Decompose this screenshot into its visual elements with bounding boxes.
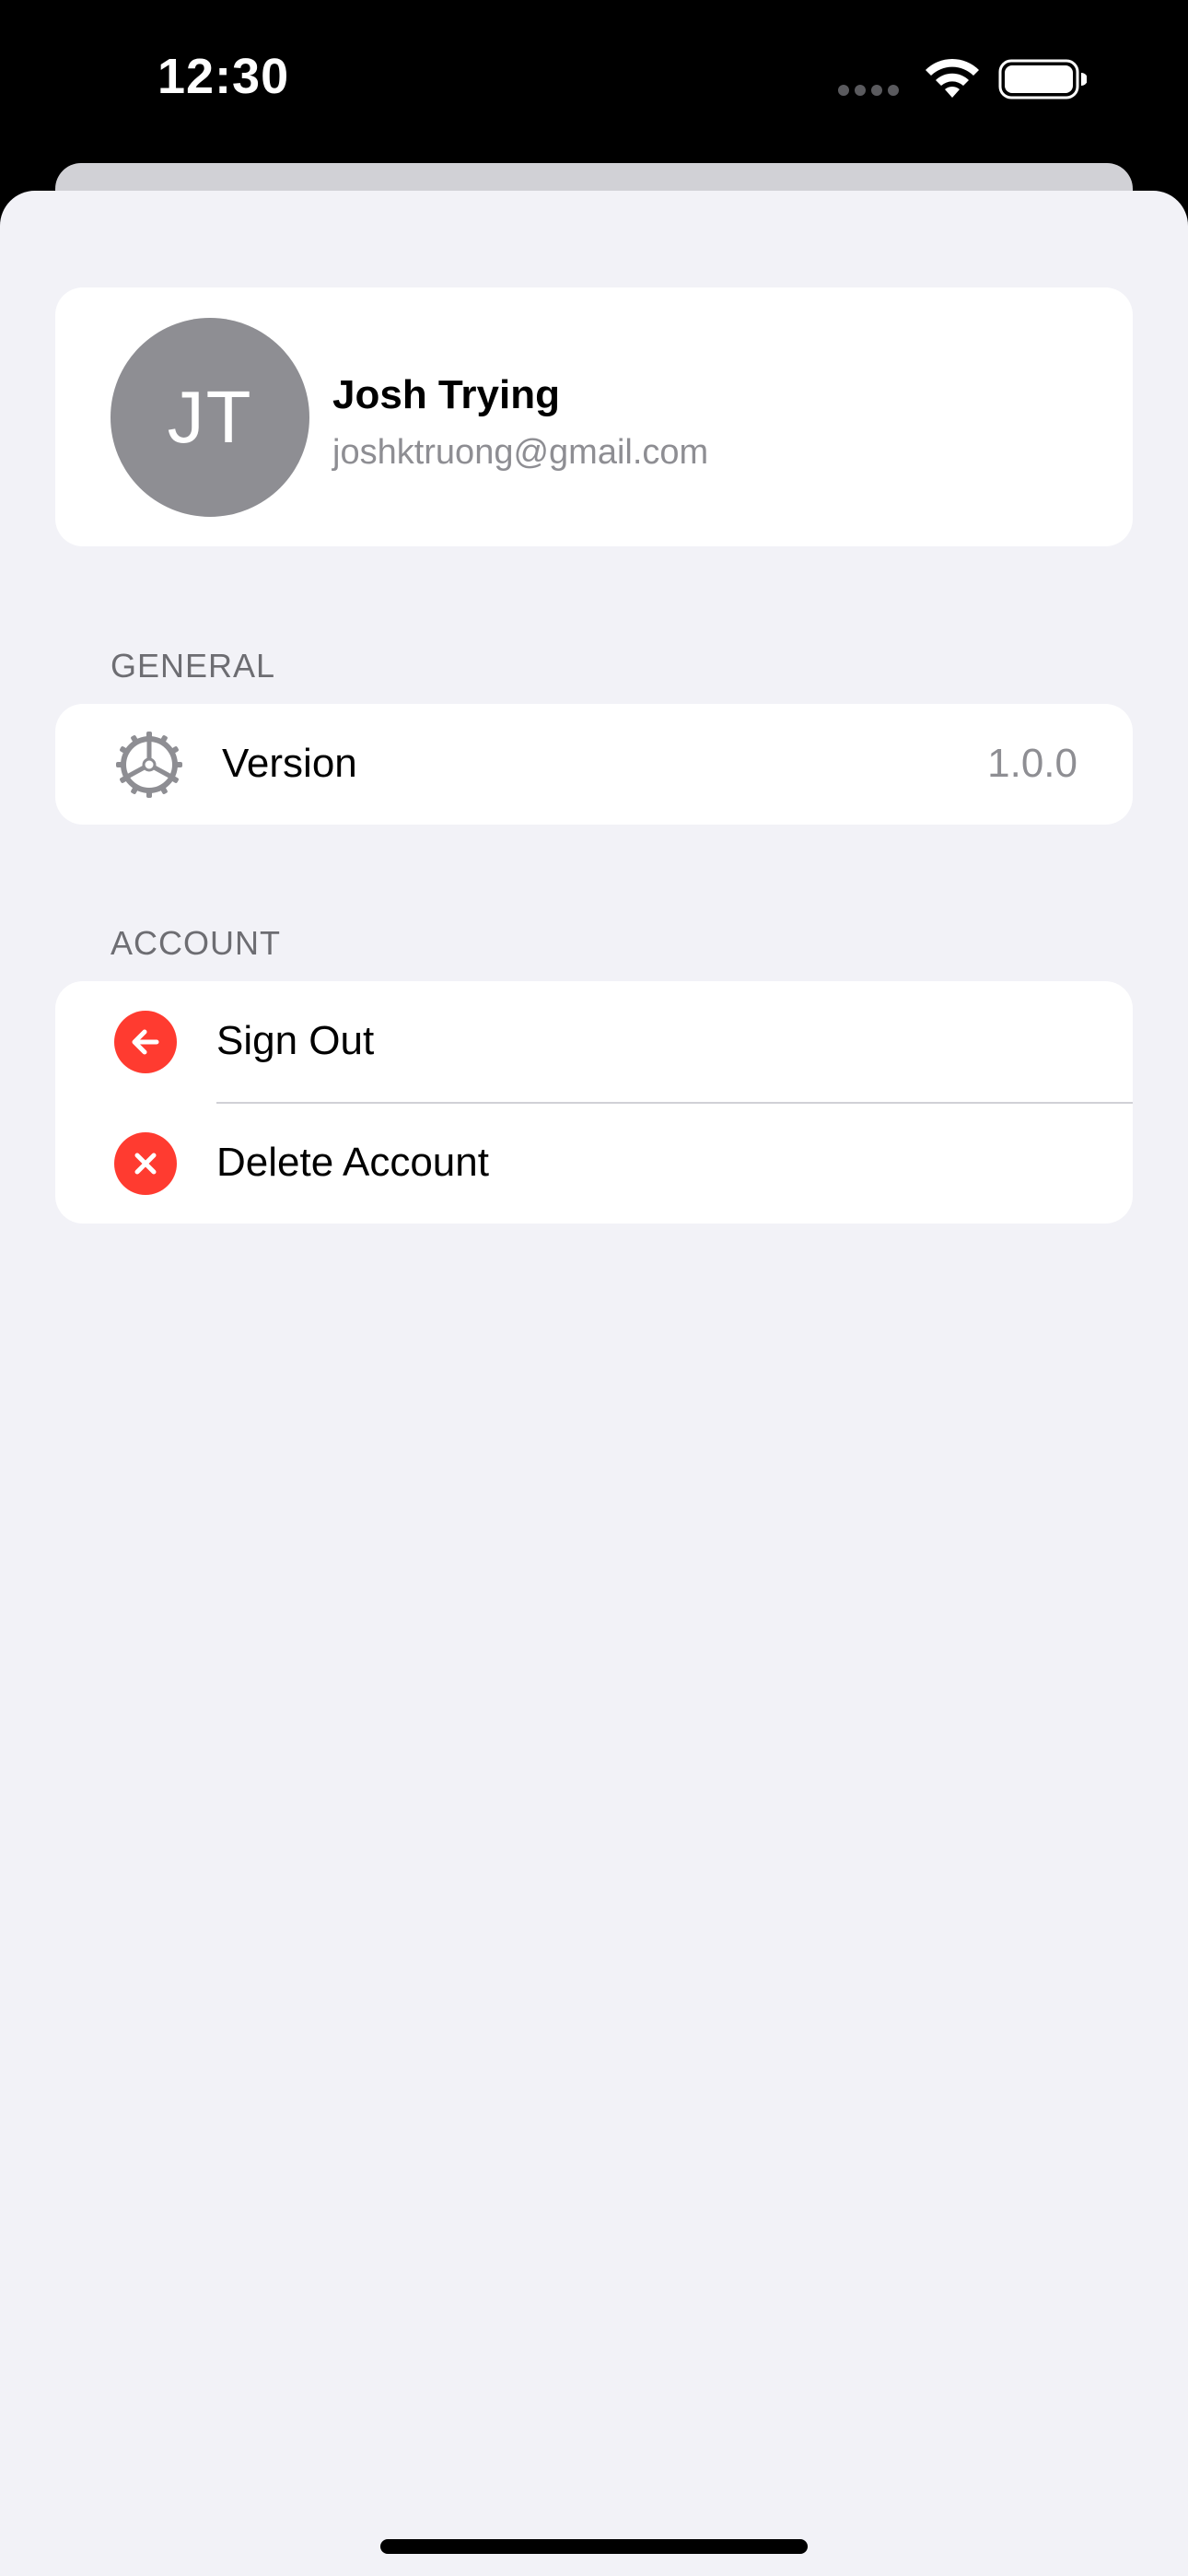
settings-screen: 12:30 JT Josh Trying joshktruong@gmail.c… (0, 0, 1188, 2576)
delete-account-label: Delete Account (216, 1140, 489, 1185)
sign-out-label: Sign Out (216, 1018, 375, 1063)
status-time: 12:30 (157, 49, 290, 104)
version-label: Version (222, 741, 357, 786)
home-indicator[interactable] (380, 2539, 808, 2554)
arrow-left-circle-icon (114, 1011, 177, 1073)
x-circle-icon (114, 1132, 177, 1195)
delete-account-button[interactable]: Delete Account (55, 1103, 1133, 1224)
gear-icon (116, 732, 182, 798)
avatar: JT (111, 318, 309, 517)
profile-email: joshktruong@gmail.com (332, 433, 709, 472)
general-card: Version 1.0.0 (55, 704, 1133, 825)
wifi-icon (926, 58, 979, 98)
battery-full-icon (998, 59, 1087, 100)
status-icons (838, 55, 1087, 105)
section-header-account: ACCOUNT (111, 924, 281, 962)
cellular-signal-icon (838, 85, 899, 96)
profile-card[interactable]: JT Josh Trying joshktruong@gmail.com (55, 287, 1133, 546)
version-row[interactable]: Version 1.0.0 (55, 704, 1133, 825)
sign-out-button[interactable]: Sign Out (55, 981, 1133, 1104)
version-value: 1.0.0 (987, 741, 1077, 786)
profile-name: Josh Trying (332, 372, 560, 417)
section-header-general: GENERAL (111, 647, 276, 685)
settings-sheet (0, 191, 1188, 2576)
account-card: Sign Out Delete Account (55, 981, 1133, 1224)
